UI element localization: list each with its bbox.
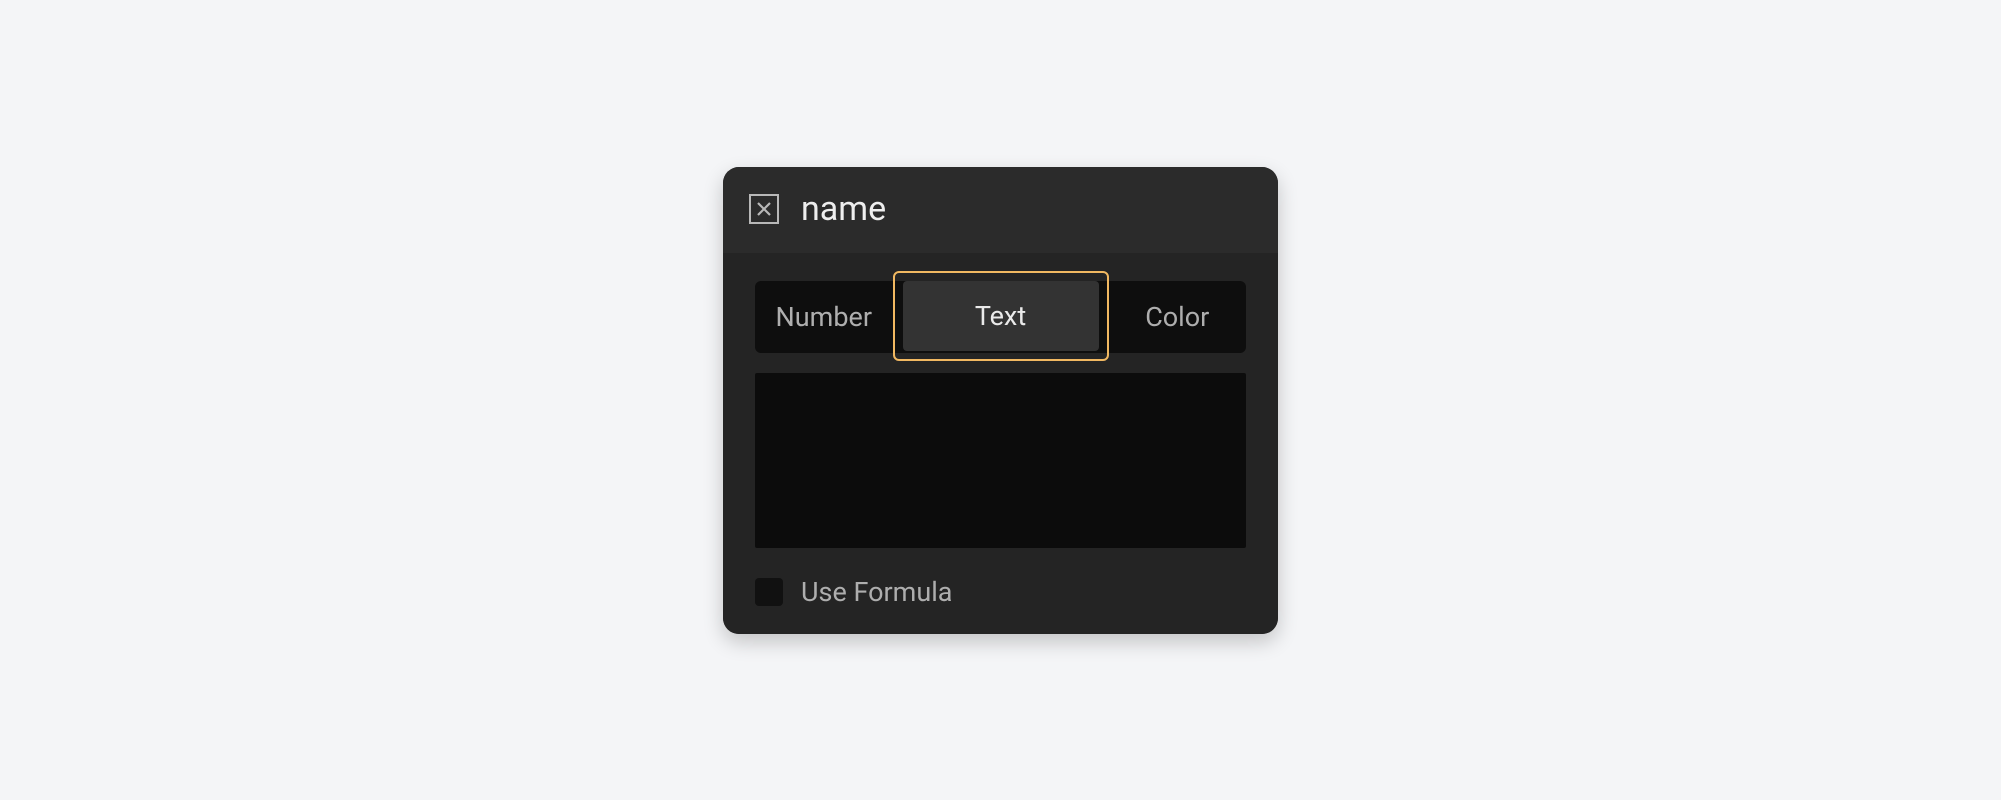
panel-title: name: [801, 189, 886, 229]
value-input[interactable]: [755, 373, 1246, 548]
type-tabs: Number Text Color: [755, 281, 1246, 353]
variable-panel: name Number Text Color Use Formula: [723, 167, 1278, 634]
panel-body: Number Text Color Use Formula: [723, 253, 1278, 634]
tab-color[interactable]: Color: [1109, 281, 1247, 353]
tab-text[interactable]: Text: [903, 281, 1099, 351]
use-formula-label: Use Formula: [801, 576, 952, 608]
tab-active-highlight: Text: [893, 271, 1109, 361]
tab-number[interactable]: Number: [755, 281, 893, 353]
close-icon[interactable]: [749, 194, 779, 224]
use-formula-row[interactable]: Use Formula: [755, 576, 1246, 608]
use-formula-checkbox[interactable]: [755, 578, 783, 606]
x-icon: [756, 201, 772, 217]
panel-header: name: [723, 167, 1278, 253]
